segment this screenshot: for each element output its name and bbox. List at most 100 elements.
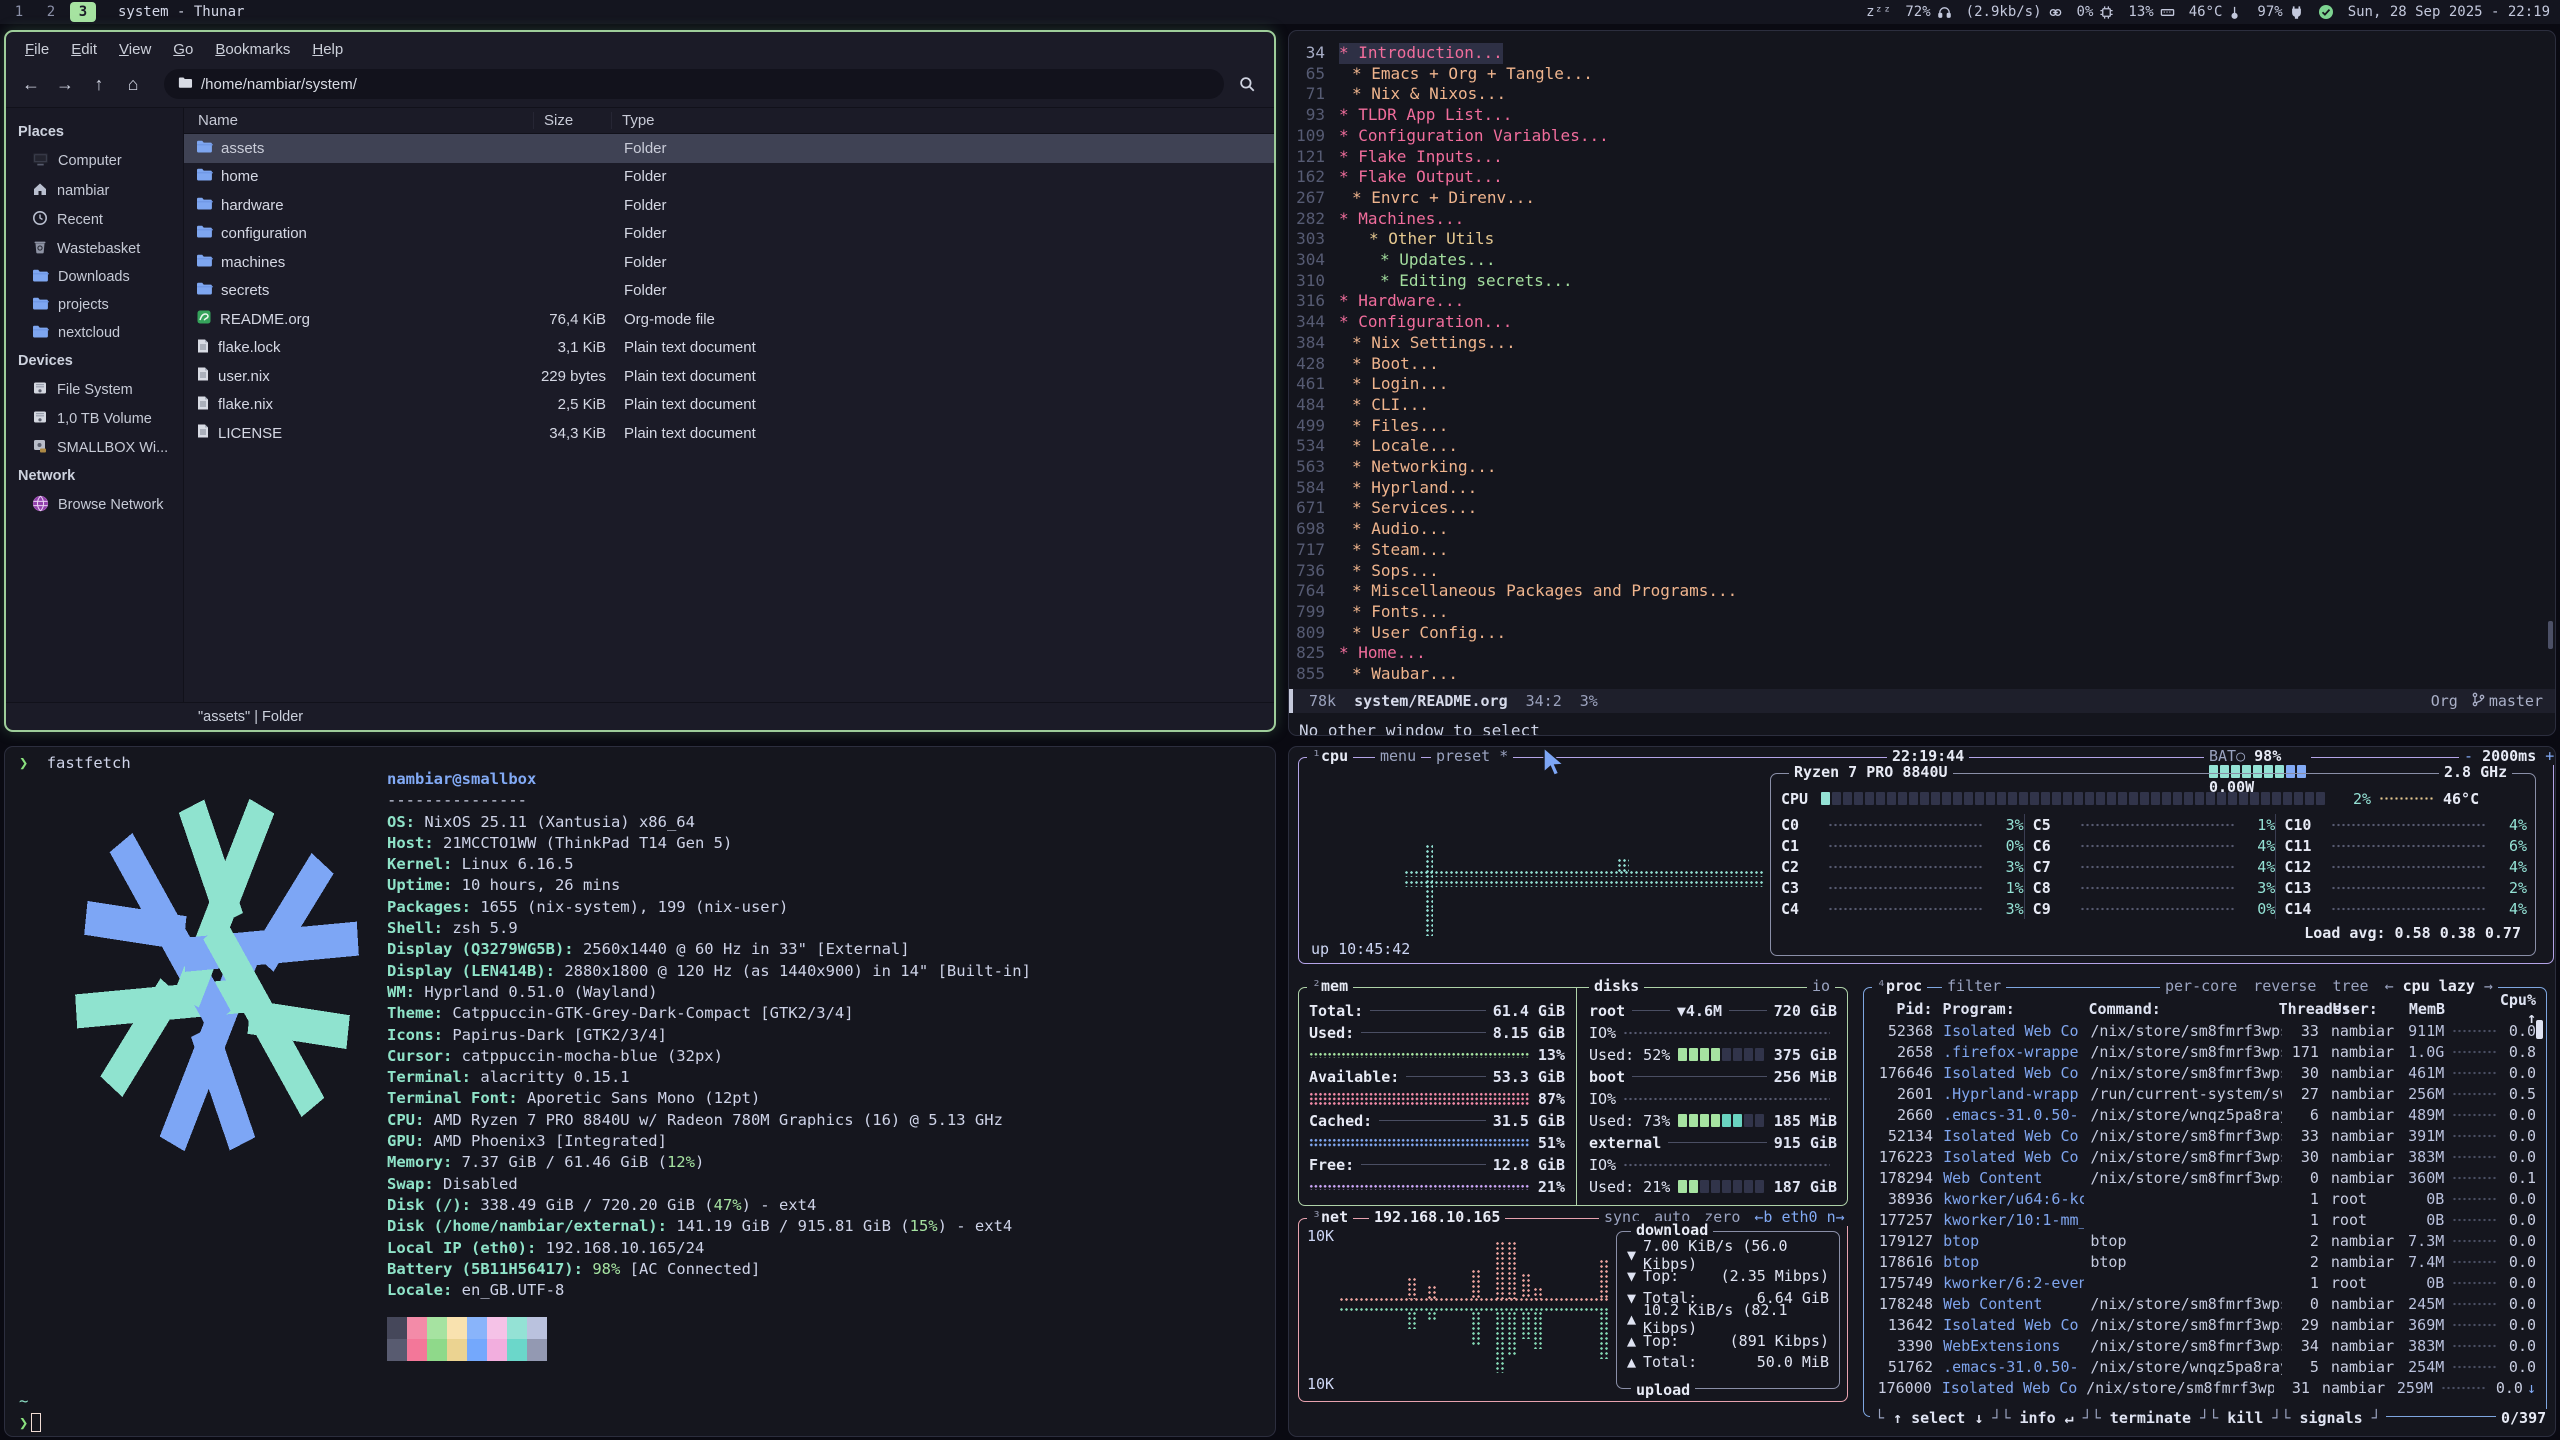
process-row[interactable]: 2601.Hyprland-wrapp/run/current-system/s… [1872,1083,2536,1104]
proc-selection-count: 0/397 [2496,1409,2551,1427]
table-row[interactable]: flake.nix2,5 KiBPlain text document [184,391,1274,420]
process-row[interactable]: 176000Isolated Web Co/nix/store/sm8fmrf3… [1872,1377,2536,1398]
sidebar-item-browse-network[interactable]: Browse Network [6,490,183,520]
palette-swatch [407,1339,427,1361]
fastfetch-entry: Disk (/home/nambiar/external): 141.19 Gi… [387,1216,1031,1237]
fastfetch-value: alacritty 0.15.1 [471,1068,630,1086]
fastfetch-label: Uptime: [387,876,452,894]
fastfetch-entry: Icons: Papirus-Dark [GTK2/3/4] [387,1025,1031,1046]
process-row[interactable]: 178616btopbtop2nambiar7.4M0.0 [1872,1251,2536,1272]
table-row[interactable]: LICENSE34,3 KiBPlain text document [184,419,1274,448]
process-row[interactable]: 51762.emacs-31.0.50-/nix/store/wnqz5pa8r… [1872,1356,2536,1377]
cpu-tab[interactable]: ¹cpu [1307,747,1353,765]
clock[interactable]: Sun, 28 Sep 2025 - 22:19 [2348,4,2550,20]
menu-file[interactable]: File [16,39,58,60]
sidebar-item-label: projects [58,297,109,313]
palette-swatch [387,1339,407,1361]
cpu-frequency: 2.8 GHz [2439,763,2512,781]
sidebar-item-nextcloud[interactable]: nextcloud [6,319,183,347]
sidebar-item-smallbox-wi-[interactable]: SMALLBOX Wi... [6,433,183,462]
menu-view[interactable]: View [110,39,160,60]
org-heading-line: 310* Editing secrets... [1289,271,2555,292]
table-row[interactable]: user.nix229 bytesPlain text document [184,362,1274,391]
emacs-scrollbar[interactable] [2548,621,2553,649]
column-type[interactable]: Type [612,112,1274,129]
major-mode[interactable]: Org [2431,692,2458,710]
table-row[interactable]: hardwareFolder [184,191,1274,220]
fastfetch-value: catppuccin-mocha-blue (32px) [452,1047,723,1065]
palette-swatch [487,1339,507,1361]
search-button[interactable] [1230,69,1264,99]
line-number: 698 [1289,519,1339,540]
process-row[interactable]: 176223Isolated Web Co/nix/store/sm8fmrf3… [1872,1146,2536,1167]
process-row[interactable]: 178294Web Content/nix/store/sm8fmrf3wps4… [1872,1167,2536,1188]
process-row[interactable]: 176646Isolated Web Co/nix/store/sm8fmrf3… [1872,1062,2536,1083]
table-row[interactable]: assetsFolder [184,134,1274,163]
fastfetch-label: Icons: [387,1026,443,1044]
palette-swatch [507,1339,527,1361]
process-row[interactable]: 178248Web Content/nix/store/sm8fmrf3wps4… [1872,1293,2536,1314]
shell-prompt-empty[interactable]: ~ ❯ [19,1391,41,1435]
mem-tab[interactable]: ²mem [1307,977,1353,995]
preset-button[interactable]: preset * [1431,747,1513,765]
sidebar-item-projects[interactable]: projects [6,291,183,319]
column-size[interactable]: Size [534,112,612,129]
menu-go[interactable]: Go [164,39,202,60]
back-button[interactable]: ← [16,70,46,98]
workspace-3[interactable]: 3 [70,2,96,22]
sidebar-item-downloads[interactable]: Downloads [6,263,183,291]
menu-help[interactable]: Help [303,39,352,60]
table-row[interactable]: machinesFolder [184,248,1274,277]
proc-footer-keys[interactable]: └ ↑ select ↓ ┘└ info ↵ ┘└ terminate ┘└ k… [1870,1409,2386,1427]
process-row[interactable]: 2660.emacs-31.0.50-/nix/store/wnqz5pa8ra… [1872,1104,2536,1125]
org-buffer[interactable]: 34* Introduction...65* Emacs + Org + Tan… [1289,43,2555,685]
process-row[interactable]: 179127btopbtop2nambiar7.3M0.0 [1872,1230,2536,1251]
table-row[interactable]: homeFolder [184,163,1274,192]
path-bar[interactable]: /home/nambiar/system/ [164,69,1224,99]
sidebar-item-file-system[interactable]: File System [6,375,183,404]
menu-edit[interactable]: Edit [62,39,106,60]
proc-scrollbar[interactable] [2536,1020,2543,1039]
sidebar-item-1-0-tb-volume[interactable]: 1,0 TB Volume [6,404,183,433]
sidebar-item-recent[interactable]: Recent [6,205,183,234]
process-row[interactable]: 3390WebExtensions/nix/store/sm8fmrf3wps4… [1872,1335,2536,1356]
file-name: LICENSE [184,423,534,443]
proc-tab[interactable]: ⁴proc [1872,977,1927,995]
status-thermometer-value: 46°C [2189,4,2223,20]
process-row[interactable]: 2658.firefox-wrappe/nix/store/sm8fmrf3wp… [1872,1041,2536,1062]
home-button[interactable]: ⌂ [118,70,148,98]
process-row[interactable]: 38936kworker/u64:6-kc1root0B0.0 [1872,1188,2536,1209]
sidebar-item-computer[interactable]: Computer [6,146,183,176]
graph-dots [1507,1311,1516,1355]
net-tab[interactable]: ³net [1307,1208,1353,1226]
process-row[interactable]: 13642Isolated Web Co/nix/store/sm8fmrf3w… [1872,1314,2536,1335]
graph-dots [1427,1311,1436,1321]
process-row[interactable]: 52134Isolated Web Co/nix/store/sm8fmrf3w… [1872,1125,2536,1146]
workspace-1[interactable]: 1 [6,2,32,22]
forward-button[interactable]: → [50,70,80,98]
process-row[interactable]: 52368Isolated Web Co/nix/store/sm8fmrf3w… [1872,1020,2536,1041]
table-row[interactable]: configurationFolder [184,220,1274,249]
disks-tab[interactable]: disks [1589,977,1644,995]
org-heading: * Updates... [1380,250,1496,271]
filter-button[interactable]: filter [1942,977,2006,995]
menu-button[interactable]: menu [1375,747,1421,765]
process-row[interactable]: 175749kworker/6:2-even1root0B0.0 [1872,1272,2536,1293]
io-toggle[interactable]: io [1807,977,1835,995]
core-row: C31%C83%C132% [1781,877,2527,898]
line-number: 799 [1289,602,1339,623]
table-row[interactable]: flake.lock3,1 KiBPlain text document [184,334,1274,363]
table-row[interactable]: secretsFolder [184,277,1274,306]
proc-options[interactable]: per-corereversetree← cpu lazy → [2160,977,2498,995]
table-row[interactable]: README.org76,4 KiBOrg-mode file [184,305,1274,334]
menu-bookmarks[interactable]: Bookmarks [206,39,299,60]
fastfetch-value: en_GB.UTF-8 [452,1281,564,1299]
idle-inhibitor[interactable]: zᶻᶻ [1866,4,1891,20]
workspace-2[interactable]: 2 [38,2,64,22]
org-heading-line: 65* Emacs + Org + Tangle... [1289,64,2555,85]
sidebar-item-nambiar[interactable]: nambiar [6,176,183,205]
sidebar-item-wastebasket[interactable]: Wastebasket [6,234,183,263]
process-row[interactable]: 177257kworker/10:1-mm_1root0B0.0 [1872,1209,2536,1230]
up-button[interactable]: ↑ [84,70,114,98]
column-name[interactable]: Name [184,112,534,129]
